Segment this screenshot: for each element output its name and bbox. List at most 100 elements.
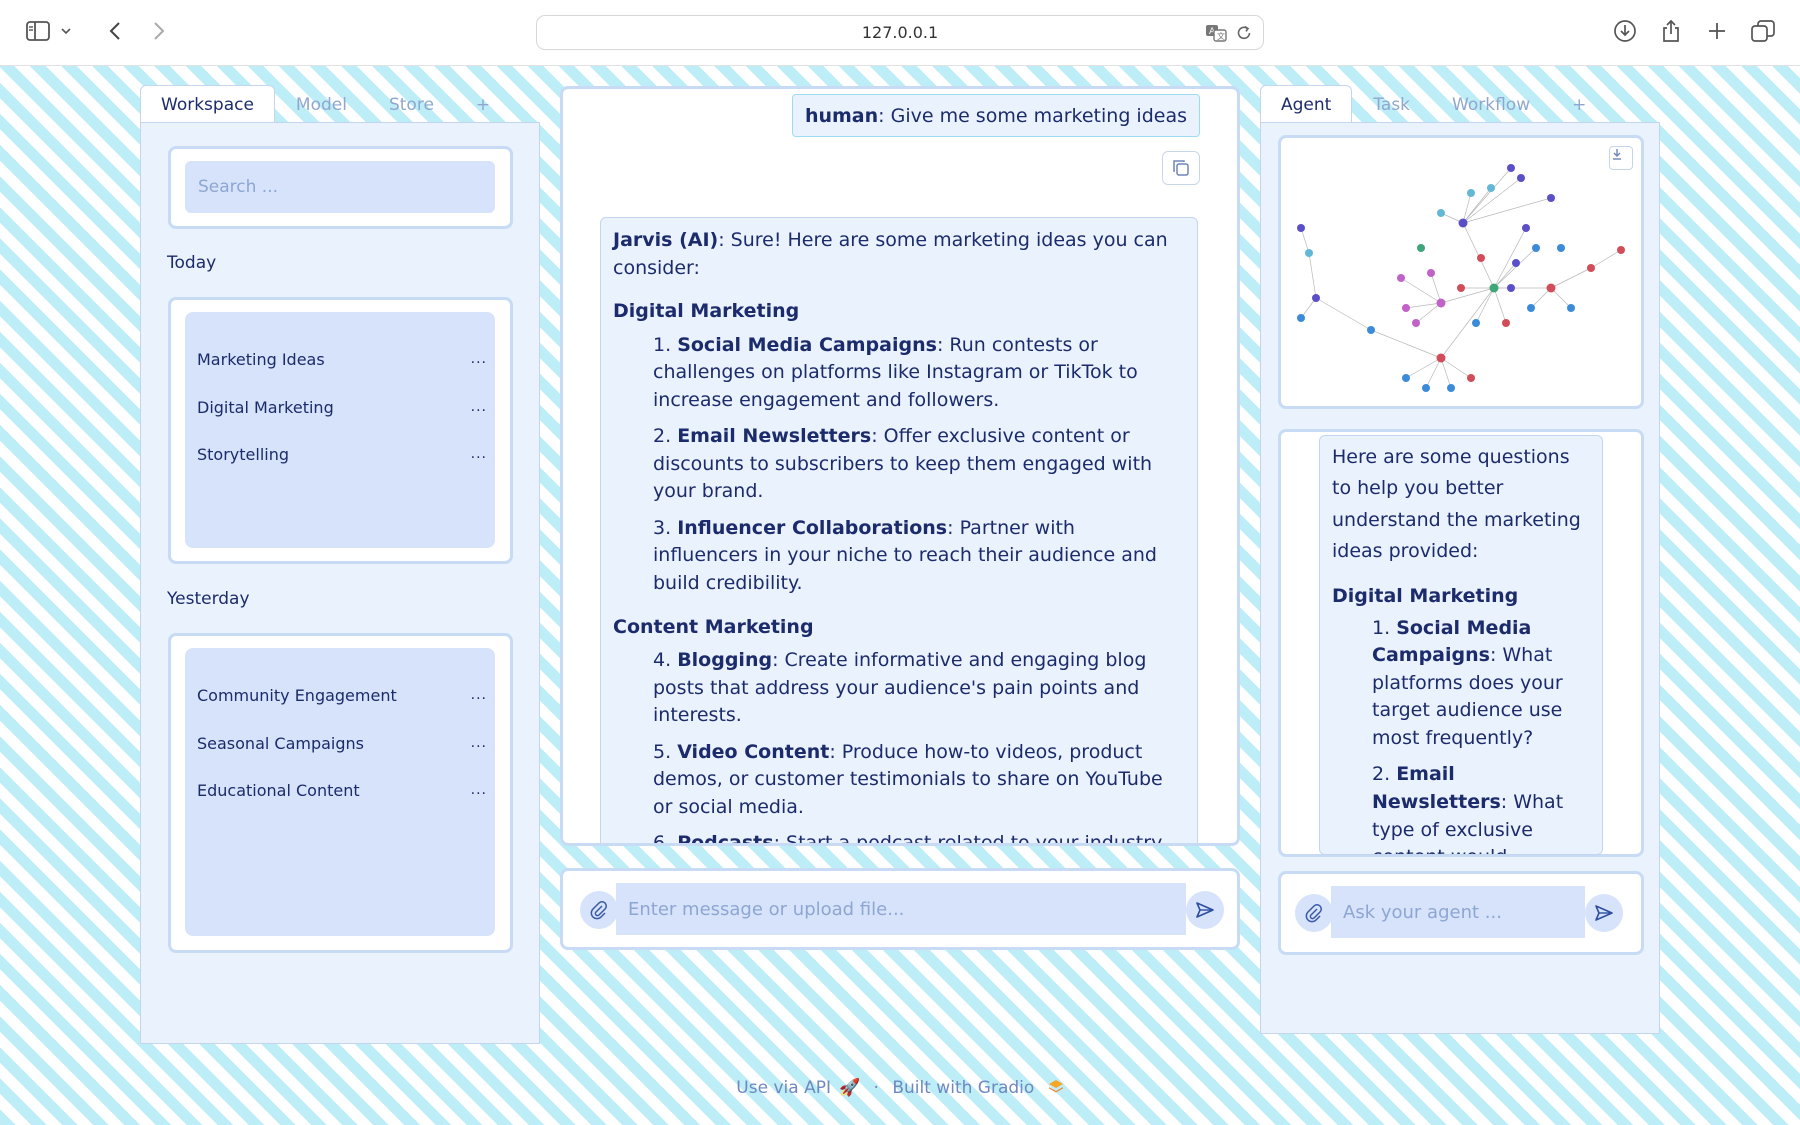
today-list-card: Marketing Ideas ... Digital Marketing ..… [168, 297, 513, 564]
download-button[interactable] [1609, 146, 1633, 170]
ai-intro: Jarvis (AI): Sure! Here are some marketi… [613, 227, 1185, 282]
group-label-yesterday: Yesterday [167, 589, 250, 609]
download-icon [1613, 149, 1621, 160]
chat-window: human: Give me some marketing ideas Jarv… [560, 86, 1240, 846]
yesterday-list-card: Community Engagement ... Seasonal Campai… [168, 633, 513, 953]
ai-message: Jarvis (AI): Sure! Here are some marketi… [600, 217, 1198, 843]
list-item[interactable]: Marketing Ideas ... [197, 345, 487, 373]
item-number: 6. [653, 832, 671, 843]
gradio-logo-icon [1042, 1078, 1063, 1098]
item-title: Social Media Campaigns [677, 333, 937, 356]
section-title: Digital Marketing [1332, 585, 1519, 608]
today-list: Marketing Ideas ... Digital Marketing ..… [185, 312, 495, 548]
tab-add[interactable]: + [455, 85, 511, 123]
attach-button[interactable] [1295, 894, 1333, 932]
item-title: Podcasts [677, 832, 773, 843]
questions-intro: Here are some questions to help you bett… [1332, 446, 1581, 563]
copy-button[interactable] [1162, 151, 1200, 185]
chat-scroll-area[interactable]: human: Give me some marketing ideas Jarv… [563, 89, 1237, 843]
app-background: Workspace Model Store + Today Marketing … [0, 66, 1800, 1125]
list-item[interactable]: Storytelling ... [197, 440, 487, 468]
back-icon[interactable] [100, 16, 130, 46]
list-item[interactable]: Community Engagement ... [197, 681, 487, 709]
right-tabs: Agent Task Workflow + [1260, 85, 1607, 123]
item-title: Video Content [677, 740, 830, 763]
more-options-icon[interactable]: ... [471, 351, 487, 367]
idea-item: 2. Email Newsletters: Offer exclusive co… [613, 423, 1185, 506]
url-text: 127.0.0.1 [861, 23, 939, 42]
question-item: 2. Email Newsletters: What type of exclu… [1332, 761, 1590, 854]
forward-icon[interactable] [144, 16, 174, 46]
list-item[interactable]: Digital Marketing ... [197, 393, 487, 421]
item-number: 2. [1372, 763, 1391, 786]
item-number: 2. [653, 425, 672, 448]
item-title: Blogging [677, 649, 773, 672]
paperclip-icon [1305, 904, 1322, 923]
item-title: Influencer Collaborations [677, 516, 948, 539]
chat-composer [560, 868, 1240, 950]
list-item[interactable]: Seasonal Campaigns ... [197, 729, 487, 757]
svg-text:文: 文 [1217, 31, 1225, 41]
send-icon [1196, 902, 1214, 918]
list-item-label: Storytelling [197, 444, 290, 464]
human-message-text: : Give me some marketing ideas [878, 104, 1187, 127]
download-icon[interactable] [1610, 16, 1640, 46]
ai-label: Jarvis (AI) [613, 229, 719, 251]
url-bar[interactable]: 127.0.0.1 A文 [536, 15, 1264, 50]
more-options-icon[interactable]: ... [471, 399, 487, 415]
more-options-icon[interactable]: ... [471, 446, 487, 462]
send-icon [1595, 905, 1613, 921]
agent-message[interactable]: Here are some questions to help you bett… [1319, 435, 1603, 855]
send-button[interactable] [1186, 891, 1224, 929]
agent-input[interactable] [1331, 886, 1585, 938]
human-message: human: Give me some marketing ideas [791, 94, 1200, 137]
use-via-api-link[interactable]: Use via API [736, 1078, 831, 1098]
questions-card: Here are some questions to help you bett… [1278, 429, 1644, 857]
yesterday-list: Community Engagement ... Seasonal Campai… [185, 648, 495, 936]
tab-agent[interactable]: Agent [1260, 85, 1353, 123]
chevron-down-icon[interactable] [57, 16, 75, 46]
item-title: Email Newsletters [1372, 763, 1501, 813]
list-item-label: Community Engagement [197, 685, 397, 705]
knowledge-graph-card [1278, 135, 1644, 409]
tab-add[interactable]: + [1551, 85, 1607, 123]
paperclip-icon [590, 901, 607, 920]
tab-task[interactable]: Task [1352, 85, 1431, 123]
list-item-label: Educational Content [197, 780, 360, 800]
right-sidebar: Here are some questions to help you bett… [1260, 122, 1660, 1034]
more-options-icon[interactable]: ... [471, 735, 487, 751]
item-number: 1. [1372, 616, 1391, 639]
item-number: 5. [653, 740, 672, 763]
idea-item: 1. Social Media Campaigns: Run contests … [613, 332, 1185, 415]
sidebar-icon[interactable] [23, 16, 53, 46]
human-label: human [804, 104, 879, 127]
section-title: Digital Marketing [613, 300, 800, 323]
share-icon[interactable] [1656, 16, 1686, 46]
tab-workflow[interactable]: Workflow [1431, 85, 1551, 123]
attach-button[interactable] [580, 891, 618, 929]
list-item[interactable]: Educational Content ... [197, 776, 487, 804]
tabs-overview-icon[interactable] [1748, 16, 1778, 46]
search-card [168, 146, 513, 229]
reload-icon[interactable] [1235, 24, 1253, 46]
new-tab-icon[interactable] [1702, 16, 1732, 46]
knowledge-graph[interactable] [1281, 138, 1641, 406]
more-options-icon[interactable]: ... [471, 782, 487, 798]
list-item-label: Seasonal Campaigns [197, 733, 365, 753]
tab-store[interactable]: Store [368, 85, 455, 123]
browser-toolbar: 127.0.0.1 A文 [0, 0, 1800, 66]
list-item-label: Digital Marketing [197, 397, 334, 417]
rocket-icon: 🚀 [838, 1078, 861, 1098]
tab-model[interactable]: Model [275, 85, 368, 123]
item-number: 3. [653, 516, 672, 539]
built-with-gradio-link[interactable]: Built with Gradio [892, 1078, 1034, 1098]
more-options-icon[interactable]: ... [471, 687, 487, 703]
translate-icon[interactable]: A文 [1205, 24, 1227, 46]
search-input[interactable] [185, 161, 495, 213]
tab-workspace[interactable]: Workspace [140, 85, 275, 123]
idea-item: 5. Video Content: Produce how-to videos,… [613, 739, 1185, 822]
idea-item: 3. Influencer Collaborations: Partner wi… [613, 515, 1185, 598]
send-button[interactable] [1585, 894, 1623, 932]
message-input[interactable] [616, 883, 1186, 935]
left-sidebar: Today Marketing Ideas ... Digital Market… [140, 122, 540, 1044]
